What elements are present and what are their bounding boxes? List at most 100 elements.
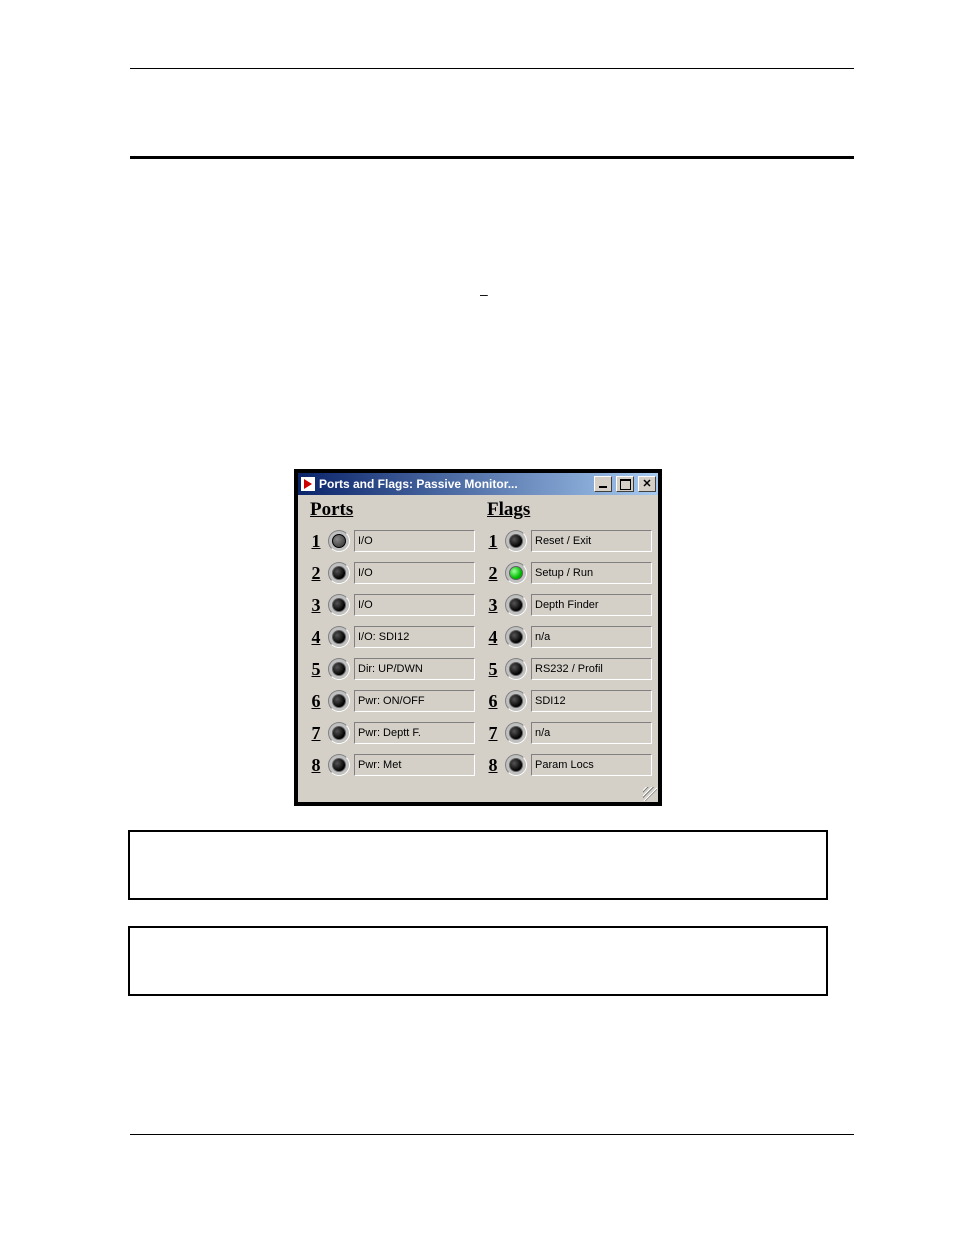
page-dash: –	[480, 286, 488, 302]
led-indicator-icon	[509, 630, 523, 644]
port-led-4[interactable]	[328, 626, 350, 648]
port-led-5[interactable]	[328, 658, 350, 680]
port-number: 8	[308, 755, 324, 776]
app-icon	[301, 477, 315, 491]
led-indicator-icon	[509, 758, 523, 772]
page-rule-heading	[130, 156, 854, 159]
led-indicator-icon	[509, 694, 523, 708]
window-title: Ports and Flags: Passive Monitor...	[319, 477, 590, 491]
led-indicator-icon	[332, 694, 346, 708]
port-row-5: 5 Dir: UP/DWN	[308, 653, 475, 685]
flag-led-4[interactable]	[505, 626, 527, 648]
flag-label-field[interactable]: n/a	[531, 722, 652, 744]
flag-led-5[interactable]	[505, 658, 527, 680]
flag-number: 3	[485, 595, 501, 616]
port-number: 1	[308, 531, 324, 552]
led-indicator-icon	[509, 662, 523, 676]
port-label-field[interactable]: Pwr: Met	[354, 754, 475, 776]
ports-flags-window: Ports and Flags: Passive Monitor... ✕ Po…	[294, 469, 662, 806]
port-number: 3	[308, 595, 324, 616]
flag-row-6: 6 SDI12	[485, 685, 652, 717]
port-led-3[interactable]	[328, 594, 350, 616]
port-number: 6	[308, 691, 324, 712]
port-number: 4	[308, 627, 324, 648]
port-led-1[interactable]	[328, 530, 350, 552]
flag-number: 8	[485, 755, 501, 776]
port-label-field[interactable]: I/O	[354, 594, 475, 616]
flag-label-field[interactable]: Depth Finder	[531, 594, 652, 616]
flag-row-2: 2 Setup / Run	[485, 557, 652, 589]
flag-row-3: 3 Depth Finder	[485, 589, 652, 621]
document-box-2	[128, 926, 828, 996]
led-indicator-icon	[509, 598, 523, 612]
port-number: 7	[308, 723, 324, 744]
window-body: Ports 1 I/O 2 I/O 3 I/O 4	[298, 495, 658, 802]
port-number: 2	[308, 563, 324, 584]
close-button[interactable]: ✕	[638, 476, 656, 492]
flag-label-field[interactable]: Setup / Run	[531, 562, 652, 584]
flag-row-8: 8 Param Locs	[485, 749, 652, 781]
flag-led-1[interactable]	[505, 530, 527, 552]
led-indicator-icon	[332, 534, 346, 548]
flag-label-field[interactable]: n/a	[531, 626, 652, 648]
led-indicator-icon	[332, 566, 346, 580]
flags-column: Flags 1 Reset / Exit 2 Setup / Run 3 Dep…	[485, 499, 652, 798]
document-box-1	[128, 830, 828, 900]
flag-row-4: 4 n/a	[485, 621, 652, 653]
port-row-3: 3 I/O	[308, 589, 475, 621]
port-led-6[interactable]	[328, 690, 350, 712]
flags-header: Flags	[485, 499, 652, 521]
titlebar[interactable]: Ports and Flags: Passive Monitor... ✕	[298, 473, 658, 495]
flag-number: 7	[485, 723, 501, 744]
port-label-field[interactable]: I/O	[354, 530, 475, 552]
led-indicator-icon	[509, 566, 523, 580]
led-indicator-icon	[332, 662, 346, 676]
maximize-button[interactable]	[616, 476, 634, 492]
resize-grip-icon[interactable]	[643, 787, 657, 801]
port-led-7[interactable]	[328, 722, 350, 744]
flag-number: 2	[485, 563, 501, 584]
flag-row-1: 1 Reset / Exit	[485, 525, 652, 557]
port-label-field[interactable]: Pwr: ON/OFF	[354, 690, 475, 712]
led-indicator-icon	[332, 758, 346, 772]
flag-led-6[interactable]	[505, 690, 527, 712]
flag-led-2[interactable]	[505, 562, 527, 584]
flag-label-field[interactable]: RS232 / Profil	[531, 658, 652, 680]
flag-row-5: 5 RS232 / Profil	[485, 653, 652, 685]
minimize-button[interactable]	[594, 476, 612, 492]
led-indicator-icon	[509, 726, 523, 740]
port-row-4: 4 I/O: SDI12	[308, 621, 475, 653]
port-row-8: 8 Pwr: Met	[308, 749, 475, 781]
port-led-2[interactable]	[328, 562, 350, 584]
led-indicator-icon	[332, 598, 346, 612]
led-indicator-icon	[332, 726, 346, 740]
led-indicator-icon	[332, 630, 346, 644]
port-number: 5	[308, 659, 324, 680]
flag-number: 6	[485, 691, 501, 712]
flag-number: 5	[485, 659, 501, 680]
flag-label-field[interactable]: Param Locs	[531, 754, 652, 776]
flag-label-field[interactable]: Reset / Exit	[531, 530, 652, 552]
ports-column: Ports 1 I/O 2 I/O 3 I/O 4	[308, 499, 475, 798]
flag-row-7: 7 n/a	[485, 717, 652, 749]
window-client-area: Ports and Flags: Passive Monitor... ✕ Po…	[298, 473, 658, 802]
port-label-field[interactable]: I/O	[354, 562, 475, 584]
flag-number: 1	[485, 531, 501, 552]
ports-header: Ports	[308, 499, 475, 521]
flag-led-8[interactable]	[505, 754, 527, 776]
flag-number: 4	[485, 627, 501, 648]
page-rule-top	[130, 68, 854, 69]
port-label-field[interactable]: Dir: UP/DWN	[354, 658, 475, 680]
port-row-7: 7 Pwr: Deptt F.	[308, 717, 475, 749]
port-label-field[interactable]: Pwr: Deptt F.	[354, 722, 475, 744]
flag-label-field[interactable]: SDI12	[531, 690, 652, 712]
port-row-6: 6 Pwr: ON/OFF	[308, 685, 475, 717]
page-rule-bottom	[130, 1134, 854, 1135]
led-indicator-icon	[509, 534, 523, 548]
flag-led-7[interactable]	[505, 722, 527, 744]
flag-led-3[interactable]	[505, 594, 527, 616]
port-row-1: 1 I/O	[308, 525, 475, 557]
port-led-8[interactable]	[328, 754, 350, 776]
port-label-field[interactable]: I/O: SDI12	[354, 626, 475, 648]
port-row-2: 2 I/O	[308, 557, 475, 589]
